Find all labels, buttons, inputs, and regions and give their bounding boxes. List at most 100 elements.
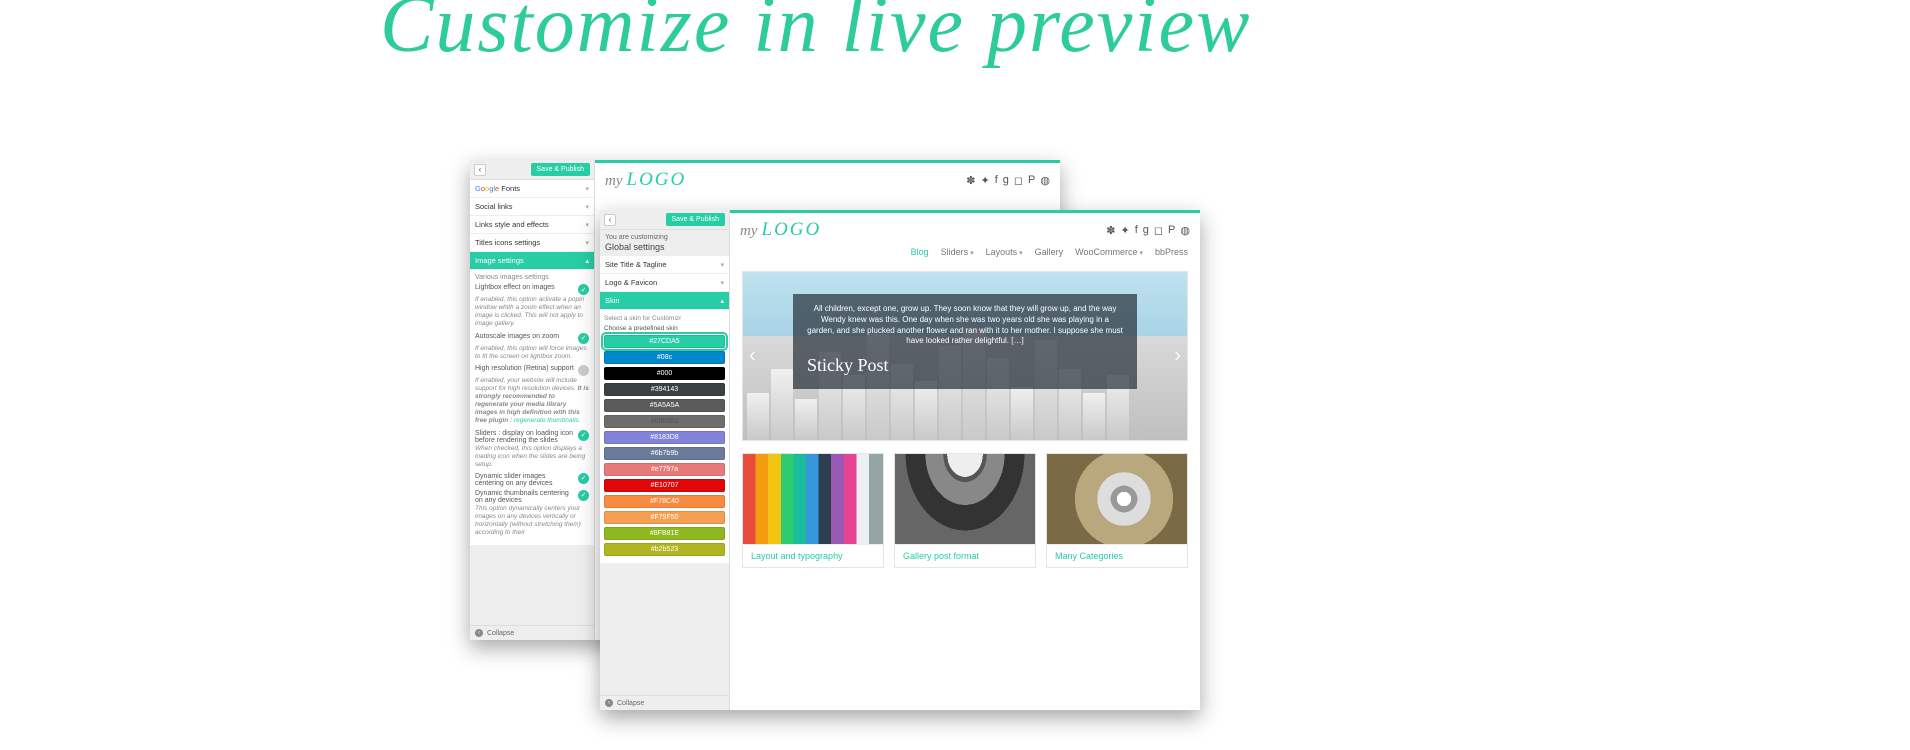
google-icon[interactable]: g	[1143, 224, 1149, 237]
skin-panel: Select a skin for Customizr Choose a pre…	[600, 310, 729, 563]
collapse-sidebar-button[interactable]: ‹Collapse	[600, 695, 729, 710]
opt-retina-toggle[interactable]	[578, 365, 589, 376]
twitter-icon[interactable]: ✦	[981, 174, 990, 187]
collapse-icon: ‹	[475, 629, 483, 637]
opt-lightbox-label: Lightbox effect on images	[475, 284, 578, 291]
featured-cards: Layout and typography Gallery post forma…	[742, 453, 1188, 568]
opt-retina-desc: If enabled, your website will include su…	[475, 377, 589, 426]
dribbble-icon[interactable]: ◍	[1040, 174, 1050, 187]
skin-swatch[interactable]: #F79F50	[604, 511, 725, 524]
section-label: Fonts	[501, 184, 520, 193]
site-logo[interactable]: myLOGO	[605, 169, 686, 191]
opt-dyn-thumbs-desc: This option dynamically centers your ima…	[475, 505, 589, 538]
nav-gallery[interactable]: Gallery	[1035, 247, 1064, 257]
skin-hint-1: Select a skin for Customizr	[604, 315, 725, 322]
social-icons: ✽ ✦ f g ◻ P ◍	[1106, 224, 1190, 237]
facebook-icon[interactable]: f	[1135, 224, 1138, 237]
collapse-label: Collapse	[487, 630, 514, 637]
skin-swatch[interactable]: #8183D8	[604, 431, 725, 444]
section-social-links[interactable]: Social links▾	[470, 198, 594, 216]
save-publish-button[interactable]: Save & Publish	[666, 213, 725, 226]
section-titles-icons[interactable]: Titles icons settings▾	[470, 234, 594, 252]
customizing-heading: You are customizing Global settings	[600, 230, 729, 256]
hero-post-title[interactable]: Sticky Post	[807, 353, 1123, 377]
skin-swatch[interactable]: #5A5A5A	[604, 399, 725, 412]
skin-swatch[interactable]: #8FB81E	[604, 527, 725, 540]
nav-bbpress[interactable]: bbPress	[1155, 247, 1188, 257]
rss-icon[interactable]: ✽	[966, 174, 975, 187]
nav-sliders[interactable]: Sliders	[941, 247, 974, 257]
save-publish-button[interactable]: Save & Publish	[531, 163, 590, 176]
twitter-icon[interactable]: ✦	[1121, 224, 1130, 237]
section-label: Site Title & Tagline	[605, 260, 667, 269]
rss-icon[interactable]: ✽	[1106, 224, 1115, 237]
section-label: Titles icons settings	[475, 238, 540, 247]
main-nav: Blog Sliders Layouts Gallery WooCommerce…	[730, 247, 1200, 263]
dribbble-icon[interactable]: ◍	[1180, 224, 1190, 237]
slider-prev-button[interactable]: ‹	[749, 345, 756, 368]
opt-slider-loading-toggle[interactable]: ✓	[578, 430, 589, 441]
section-label: Links style and effects	[475, 220, 549, 229]
instagram-icon[interactable]: ◻	[1154, 224, 1163, 237]
chevron-down-icon: ▾	[585, 221, 589, 229]
skin-swatch[interactable]: #6b7b9b	[604, 447, 725, 460]
section-google-fonts[interactable]: Google Fonts ▾	[470, 180, 594, 198]
section-site-title[interactable]: Site Title & Tagline ▾	[600, 256, 729, 274]
customizer-sidebar: ‹ Save & Publish You are customizing Glo…	[600, 210, 730, 710]
skin-swatch[interactable]: #6d6d6d	[604, 415, 725, 428]
section-logo-favicon[interactable]: Logo & Favicon▾	[600, 274, 729, 292]
skin-swatch[interactable]: #08c	[604, 351, 725, 364]
collapse-label: Collapse	[617, 700, 644, 707]
back-button[interactable]: ‹	[604, 214, 616, 226]
section-image-settings[interactable]: Image settings▴	[470, 252, 594, 270]
skin-swatch[interactable]: #F78C40	[604, 495, 725, 508]
card-gallery-post[interactable]: Gallery post format	[894, 453, 1036, 568]
card-title: Layout and typography	[743, 544, 883, 567]
chevron-down-icon: ▾	[585, 185, 589, 193]
card-many-categories[interactable]: Many Categories	[1046, 453, 1188, 568]
chevron-down-icon: ▾	[720, 261, 724, 269]
section-label: Skin	[605, 296, 620, 305]
facebook-icon[interactable]: f	[995, 174, 998, 187]
skin-swatch[interactable]: #394143	[604, 383, 725, 396]
skin-swatch[interactable]: #27CDA5	[604, 335, 725, 348]
nav-woocommerce[interactable]: WooCommerce	[1075, 247, 1143, 257]
nav-blog[interactable]: Blog	[911, 247, 929, 257]
chevron-down-icon: ▾	[720, 279, 724, 287]
opt-lightbox-toggle[interactable]: ✓	[578, 284, 589, 295]
google-icon[interactable]: g	[1003, 174, 1009, 187]
opt-dyn-slider-toggle[interactable]: ✓	[578, 473, 589, 484]
back-button[interactable]: ‹	[474, 164, 486, 176]
opt-dyn-thumbs-toggle[interactable]: ✓	[578, 490, 589, 501]
card-title: Gallery post format	[895, 544, 1035, 567]
skin-swatch[interactable]: #000	[604, 367, 725, 380]
opt-lightbox-desc: If enabled, this option activate a popin…	[475, 296, 589, 329]
card-layout-typography[interactable]: Layout and typography	[742, 453, 884, 568]
card-image	[1047, 454, 1187, 544]
skin-swatch[interactable]: #b2b523	[604, 543, 725, 556]
skin-swatch[interactable]: #e7797a	[604, 463, 725, 476]
card-image	[743, 454, 883, 544]
opt-autoscale-toggle[interactable]: ✓	[578, 333, 589, 344]
pinterest-icon[interactable]: P	[1028, 174, 1035, 187]
instagram-icon[interactable]: ◻	[1014, 174, 1023, 187]
skin-swatch[interactable]: #E10707	[604, 479, 725, 492]
site-logo[interactable]: myLOGO	[740, 219, 821, 241]
customizing-small: You are customizing	[605, 234, 724, 241]
regenerate-thumbnails-link[interactable]: regenerate thumbnails.	[514, 417, 581, 424]
panel-subheading: Various images settings	[475, 274, 589, 281]
chevron-up-icon: ▴	[720, 297, 724, 305]
pinterest-icon[interactable]: P	[1168, 224, 1175, 237]
image-settings-panel: Various images settings Lightbox effect …	[470, 270, 594, 545]
nav-layouts[interactable]: Layouts	[986, 247, 1023, 257]
opt-dyn-slider-label: Dynamic slider images centering on any d…	[475, 473, 578, 487]
hero-text: All children, except one, grow up. They …	[807, 304, 1123, 347]
slider-next-button[interactable]: ›	[1174, 345, 1181, 368]
section-skin[interactable]: Skin ▴	[600, 292, 729, 310]
customizer-window-front: ‹ Save & Publish You are customizing Glo…	[600, 210, 1200, 710]
site-preview: myLOGO ✽ ✦ f g ◻ P ◍ Blog Sliders Layout…	[730, 210, 1200, 710]
collapse-sidebar-button[interactable]: ‹ Collapse	[470, 625, 594, 640]
section-links-style[interactable]: Links style and effects ▾	[470, 216, 594, 234]
opt-autoscale-desc: If enabled, this option will force image…	[475, 345, 589, 361]
hero-slider: All children, except one, grow up. They …	[742, 271, 1188, 441]
